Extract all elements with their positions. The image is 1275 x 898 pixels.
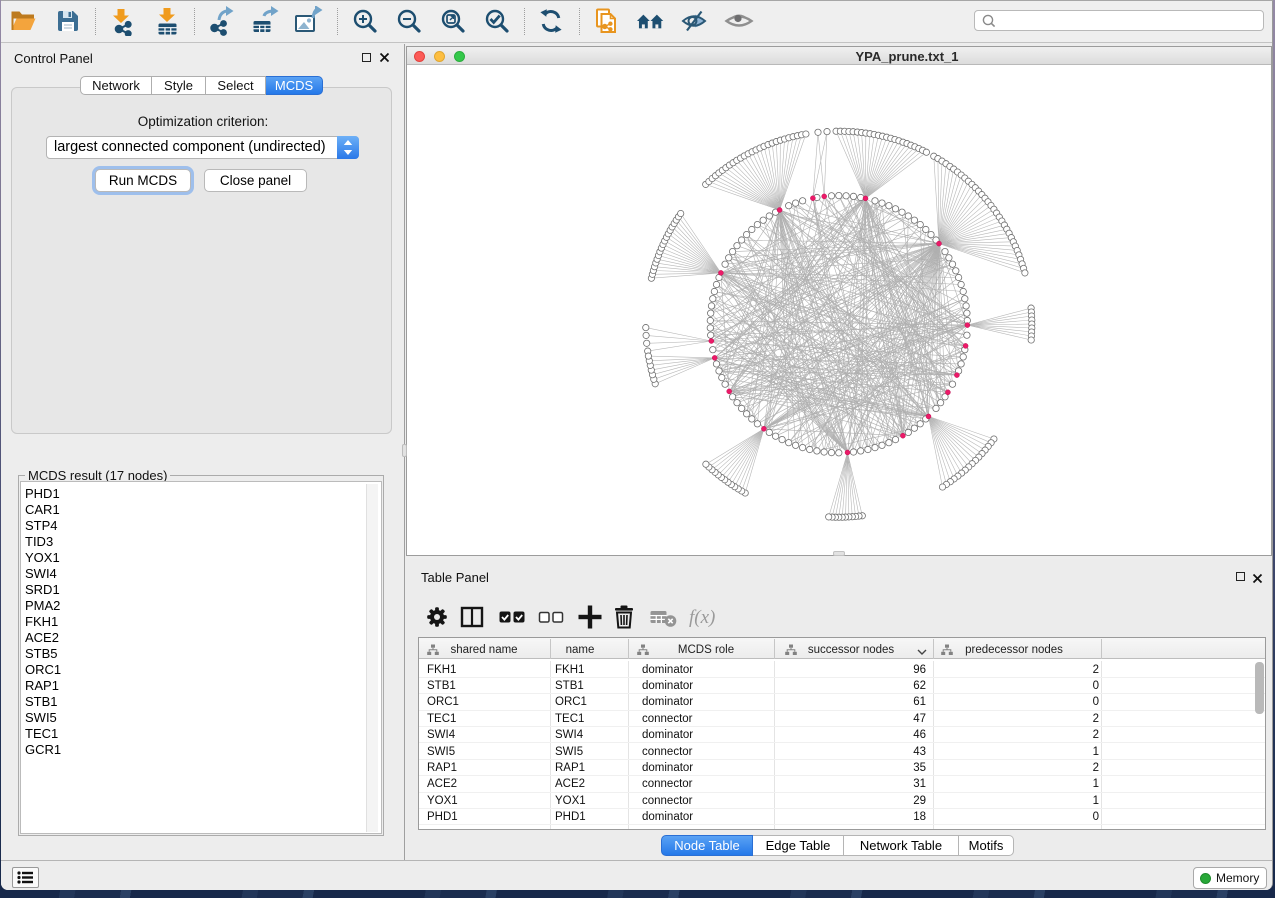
svg-text:f(x): f(x) xyxy=(689,607,715,628)
